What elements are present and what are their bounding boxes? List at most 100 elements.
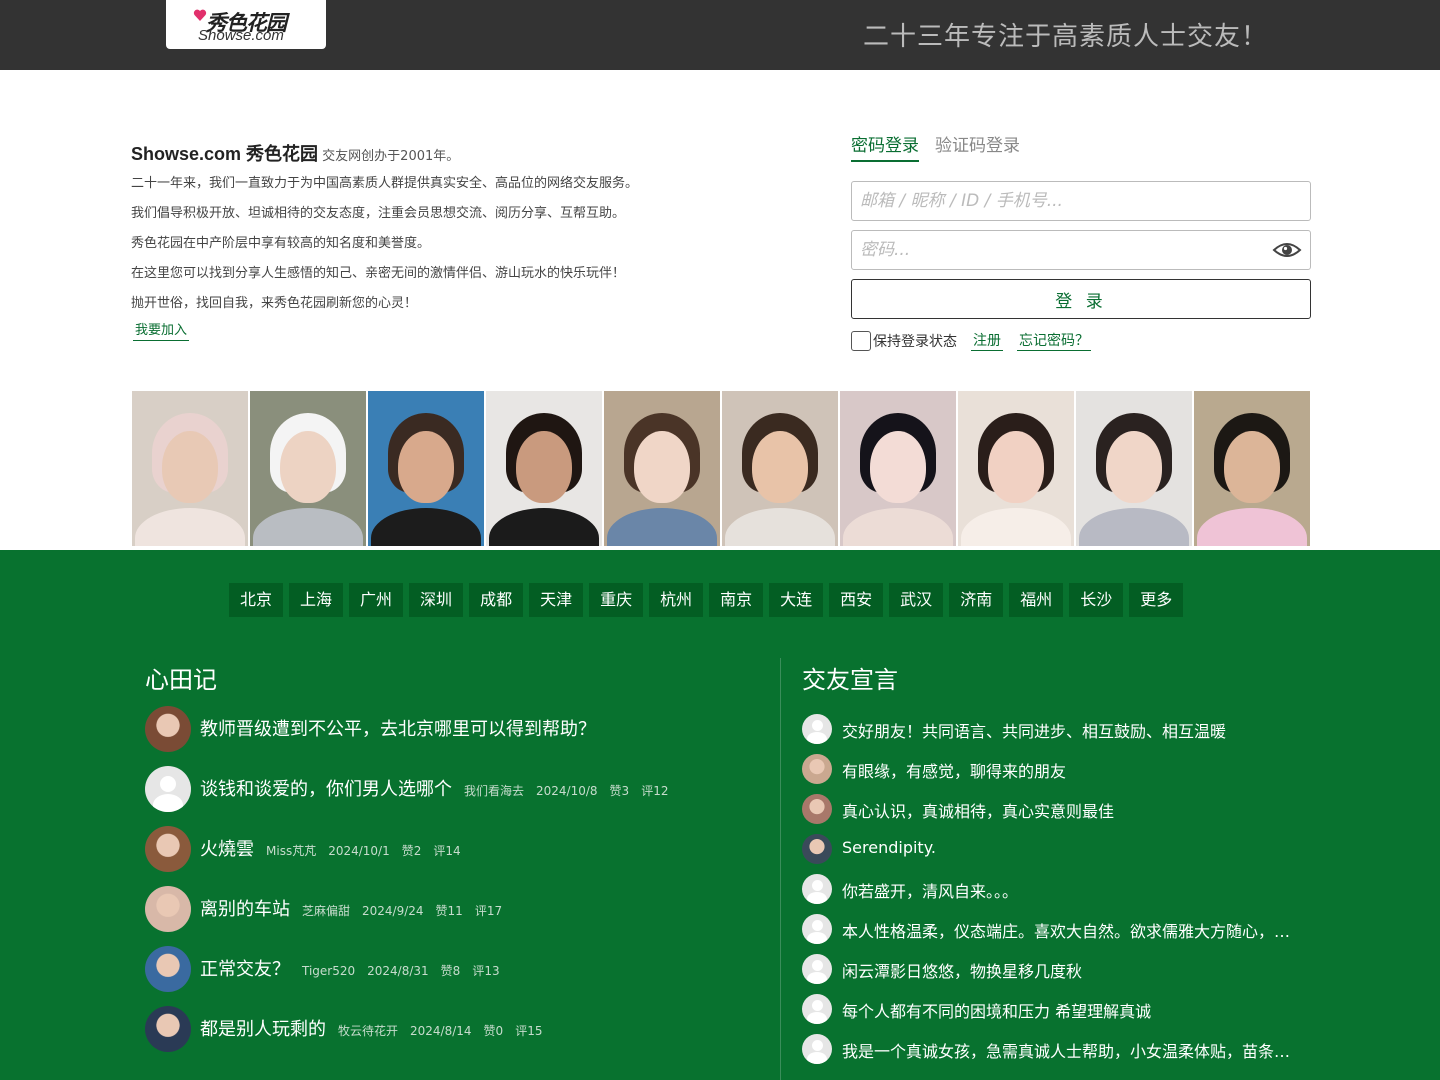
intro-line: 在这里您可以找到分享人生感悟的知己、亲密无间的激情伴侣、游山玩水的快乐玩伴！ xyxy=(131,266,626,281)
city-link[interactable]: 广州 xyxy=(349,583,404,617)
city-link[interactable]: 上海 xyxy=(289,583,344,617)
intro-site-name: Showse.com 秀色花园 xyxy=(131,144,319,164)
member-photo[interactable] xyxy=(604,391,720,546)
declaration-text[interactable]: 有眼缘，有感觉，聊得来的朋友 xyxy=(842,758,1292,782)
city-link[interactable]: 大连 xyxy=(769,583,824,617)
heart-icon xyxy=(193,9,207,21)
member-photo[interactable] xyxy=(1076,391,1192,546)
login-options: 保持登录状态 注册 忘记密码？ xyxy=(851,331,1091,351)
diary-title[interactable]: 正常交友？ xyxy=(200,959,290,980)
member-photo[interactable] xyxy=(722,391,838,546)
diary-title[interactable]: 谈钱和谈爱的，你们男人选哪个 xyxy=(200,779,452,800)
city-link[interactable]: 长沙 xyxy=(1069,583,1124,617)
diary-author[interactable]: 我们看海去 xyxy=(464,784,524,798)
login-tabs: 密码登录 验证码登录 xyxy=(851,132,1311,162)
photo-body xyxy=(253,508,363,546)
declaration-text[interactable]: 闲云潭影日悠悠，物换星移几度秋 xyxy=(842,958,1292,982)
username-input[interactable] xyxy=(852,182,1310,220)
city-link[interactable]: 济南 xyxy=(949,583,1004,617)
member-photo[interactable] xyxy=(486,391,602,546)
declaration-text[interactable]: 本人性格温柔，仪态端庄。喜欢大自然。欲求儒雅大方随心，身心健康的男士 xyxy=(842,918,1292,942)
default-avatar-icon[interactable] xyxy=(802,1034,832,1064)
keep-login-checkbox[interactable] xyxy=(851,331,871,351)
community-section: 北京 上海 广州 深圳 成都 天津 重庆 杭州 南京 大连 西安 武汉 济南 福州 长沙 更多 心田记 教师晋… xyxy=(0,550,1440,1080)
photo-body xyxy=(607,508,717,546)
member-photo[interactable] xyxy=(958,391,1074,546)
diary-author[interactable]: Tiger520 xyxy=(302,964,355,978)
photo-body xyxy=(961,508,1071,546)
diary-title[interactable]: 离别的车站 xyxy=(200,899,290,920)
member-photo[interactable] xyxy=(1194,391,1310,546)
declaration-text[interactable]: 我是一个真诚女孩，急需真诚人士帮助，小女温柔体贴，苗条可人 xyxy=(842,1038,1292,1062)
login-button[interactable]: 登 录 xyxy=(851,279,1311,319)
diary-author[interactable]: 芝麻偏甜 xyxy=(302,904,350,918)
diary-title[interactable]: 教师晋级遭到不公平，去北京哪里可以得到帮助？ xyxy=(200,719,596,740)
avatar[interactable] xyxy=(802,754,832,784)
city-link[interactable]: 天津 xyxy=(529,583,584,617)
top-bar: 秀色花园 Showse.com 二十三年专注于高素质人士交友！ xyxy=(0,0,1440,70)
avatar[interactable] xyxy=(802,834,832,864)
declaration-text[interactable]: 每个人都有不同的困境和压力 希望理解真诚 xyxy=(842,998,1292,1022)
diary-item: 离别的车站 芝麻偏甜 2024/9/24 赞11 评17 xyxy=(145,886,765,949)
city-link[interactable]: 重庆 xyxy=(589,583,644,617)
diary-item: 谈钱和谈爱的，你们男人选哪个 我们看海去 2024/10/8 赞3 评12 xyxy=(145,766,765,829)
avatar-shoulders xyxy=(807,932,827,944)
tab-code-login[interactable]: 验证码登录 xyxy=(935,132,1020,162)
avatar[interactable] xyxy=(145,826,191,872)
forgot-password-link[interactable]: 忘记密码？ xyxy=(1017,332,1091,351)
avatar-head xyxy=(811,960,823,971)
declaration-text[interactable]: 你若盛开，清风自来。。。 xyxy=(842,878,1292,902)
member-photo[interactable] xyxy=(368,391,484,546)
member-photo[interactable] xyxy=(840,391,956,546)
intro-title: Showse.com 秀色花园 交友网创办于2001年。 xyxy=(131,142,751,169)
declaration-text[interactable]: 交好朋友！共同语言、共同进步、相互鼓励、相互温暖 xyxy=(842,718,1292,742)
diary-title[interactable]: 都是别人玩剩的 xyxy=(200,1019,326,1040)
avatar-head xyxy=(811,880,823,891)
photo-body xyxy=(725,508,835,546)
default-avatar-icon[interactable] xyxy=(802,994,832,1024)
declaration-item: 本人性格温柔，仪态端庄。喜欢大自然。欲求儒雅大方随心，身心健康的男士 xyxy=(802,909,1302,949)
declaration-text[interactable]: 真心认识，真诚相待，真心实意则最佳 xyxy=(842,798,1292,822)
city-link[interactable]: 南京 xyxy=(709,583,764,617)
avatar[interactable] xyxy=(802,794,832,824)
declaration-item: 有眼缘，有感觉，聊得来的朋友 xyxy=(802,749,1302,789)
diary-author[interactable]: 牧云待花开 xyxy=(338,1024,398,1038)
city-link[interactable]: 更多 xyxy=(1129,583,1184,617)
default-avatar-icon[interactable] xyxy=(145,766,191,812)
city-link[interactable]: 武汉 xyxy=(889,583,944,617)
site-logo[interactable]: 秀色花园 Showse.com xyxy=(166,0,326,49)
default-avatar-icon[interactable] xyxy=(802,714,832,744)
member-photo[interactable] xyxy=(132,391,248,546)
eye-icon[interactable] xyxy=(1272,239,1302,261)
avatar[interactable] xyxy=(145,886,191,932)
keep-login-label: 保持登录状态 xyxy=(873,334,957,350)
diary-author[interactable]: Miss芃芃 xyxy=(266,844,316,858)
city-link[interactable]: 成都 xyxy=(469,583,524,617)
password-input[interactable] xyxy=(852,231,1310,269)
city-link[interactable]: 北京 xyxy=(229,583,284,617)
photo-body xyxy=(135,508,245,546)
username-field xyxy=(851,181,1311,221)
default-avatar-icon[interactable] xyxy=(802,874,832,904)
default-avatar-icon[interactable] xyxy=(802,954,832,984)
declaration-text[interactable]: Serendipity. xyxy=(842,838,1292,857)
join-link[interactable]: 我要加入 xyxy=(133,322,190,341)
city-link[interactable]: 杭州 xyxy=(649,583,704,617)
default-avatar-icon[interactable] xyxy=(802,914,832,944)
avatar[interactable] xyxy=(145,706,191,752)
declaration-item: 我是一个真诚女孩，急需真诚人士帮助，小女温柔体贴，苗条可人 xyxy=(802,1029,1302,1069)
intro-lines: 二十一年来，我们一直致力于为中国高素质人群提供真实安全、高品位的网络交友服务。我… xyxy=(131,169,751,319)
city-link[interactable]: 福州 xyxy=(1009,583,1064,617)
member-photo[interactable] xyxy=(250,391,366,546)
avatar[interactable] xyxy=(145,1006,191,1052)
password-field xyxy=(851,230,1311,270)
city-link[interactable]: 西安 xyxy=(829,583,884,617)
diary-comments: 评14 xyxy=(433,844,461,858)
photo-face xyxy=(516,431,572,503)
diary-title[interactable]: 火燒雲 xyxy=(200,839,254,860)
avatar-shoulders xyxy=(807,1012,827,1024)
tab-password-login[interactable]: 密码登录 xyxy=(851,132,919,162)
register-link[interactable]: 注册 xyxy=(971,332,1003,351)
city-link[interactable]: 深圳 xyxy=(409,583,464,617)
avatar[interactable] xyxy=(145,946,191,992)
